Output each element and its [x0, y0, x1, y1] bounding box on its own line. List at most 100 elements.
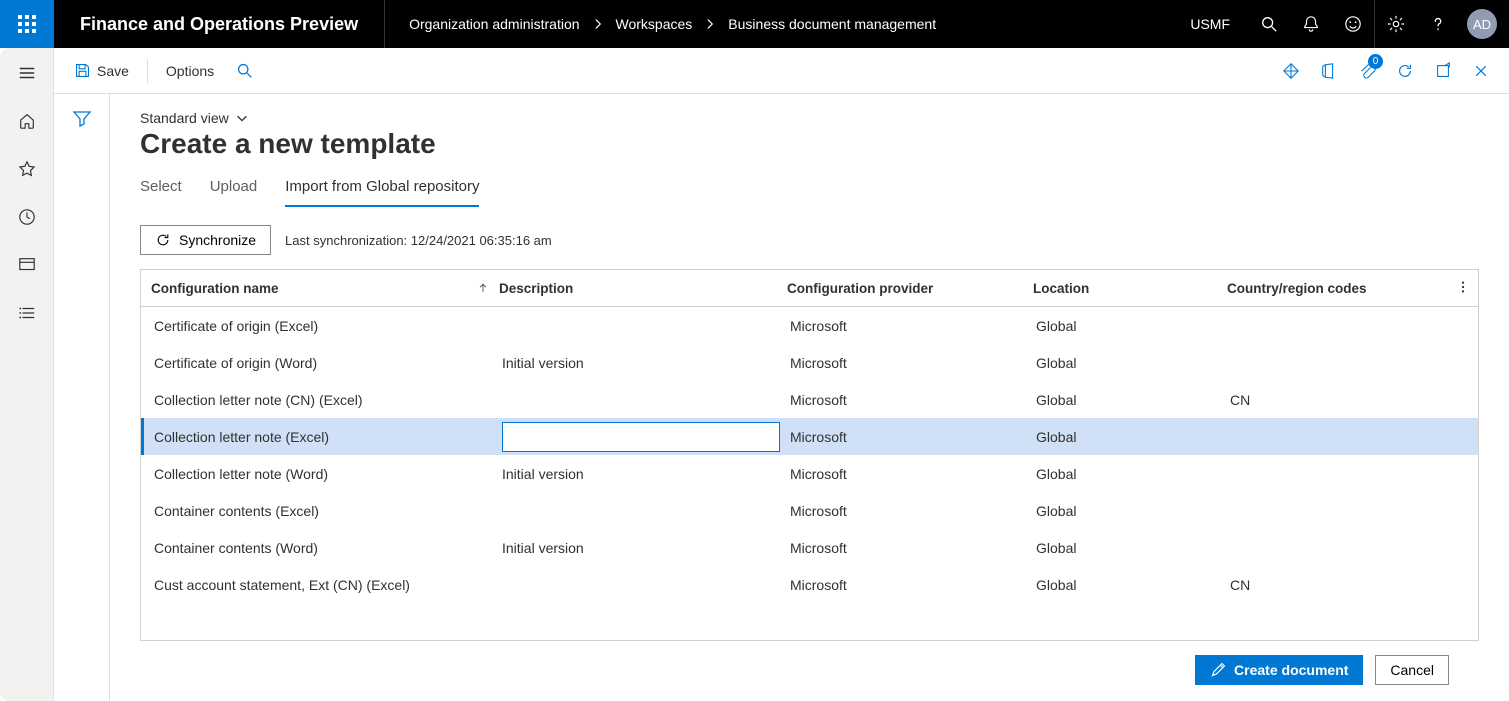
content-row: Standard view Create a new template Sele…: [54, 94, 1509, 701]
grid-options-button[interactable]: [1456, 280, 1470, 297]
workspaces-button[interactable]: [0, 244, 54, 286]
cell-desc: Initial version: [502, 355, 790, 371]
gear-icon: [1387, 15, 1405, 33]
settings-button[interactable]: [1375, 0, 1417, 48]
sort-asc-icon: [477, 282, 489, 294]
cell-name: Certificate of origin (Excel): [154, 318, 502, 334]
avatar[interactable]: AD: [1467, 9, 1497, 39]
app-launcher-button[interactable]: [0, 0, 54, 48]
action-search-button[interactable]: [226, 53, 262, 89]
hamburger-button[interactable]: [0, 52, 54, 94]
grid-body[interactable]: Certificate of origin (Excel)MicrosoftGl…: [141, 307, 1478, 640]
table-row[interactable]: Collection letter note (Word)Initial ver…: [141, 455, 1478, 492]
cell-name: Collection letter note (Word): [154, 466, 502, 482]
refresh-icon: [1396, 62, 1414, 80]
col-header-desc[interactable]: Description: [499, 281, 787, 296]
home-icon: [18, 112, 36, 130]
table-row[interactable]: Certificate of origin (Excel)MicrosoftGl…: [141, 307, 1478, 344]
pencil-icon: [1210, 662, 1226, 678]
table-row[interactable]: Collection letter note (Excel)MicrosoftG…: [141, 418, 1478, 455]
cell-location: Global: [1036, 392, 1230, 408]
more-vert-icon: [1456, 280, 1470, 294]
help-button[interactable]: [1417, 0, 1459, 48]
tab-upload[interactable]: Upload: [210, 178, 258, 207]
bell-icon: [1302, 15, 1320, 33]
sync-row: Synchronize Last synchronization: 12/24/…: [140, 225, 1479, 255]
breadcrumb-bdm[interactable]: Business document management: [728, 16, 936, 32]
popout-button[interactable]: [1425, 53, 1461, 89]
chevron-right-icon: [592, 18, 604, 30]
favorites-button[interactable]: [0, 148, 54, 190]
options-label: Options: [166, 63, 214, 79]
breadcrumb-workspaces[interactable]: Workspaces: [616, 16, 693, 32]
feedback-button[interactable]: [1332, 0, 1374, 48]
last-sync-text: Last synchronization: 12/24/2021 06:35:1…: [285, 233, 552, 248]
col-header-name-label: Configuration name: [151, 281, 279, 296]
close-button[interactable]: [1463, 53, 1499, 89]
col-header-country[interactable]: Country/region codes: [1227, 281, 1468, 296]
modules-button[interactable]: [0, 292, 54, 334]
chevron-down-icon: [235, 111, 249, 125]
cell-provider: Microsoft: [790, 429, 1036, 445]
close-icon: [1473, 63, 1489, 79]
col-header-name[interactable]: Configuration name: [151, 281, 499, 296]
description-input[interactable]: [502, 422, 780, 452]
cell-name: Cust account statement, Ext (CN) (Excel): [154, 577, 502, 593]
col-header-ctry-label: Country/region codes: [1227, 281, 1367, 296]
save-icon: [74, 62, 91, 79]
top-header: Finance and Operations Preview Organizat…: [0, 0, 1509, 48]
save-button[interactable]: Save: [64, 55, 139, 87]
tab-import[interactable]: Import from Global repository: [285, 178, 479, 207]
table-row[interactable]: Container contents (Excel)MicrosoftGloba…: [141, 492, 1478, 529]
create-document-button[interactable]: Create document: [1195, 655, 1363, 685]
table-row[interactable]: Cust account statement, Ext (CN) (Excel)…: [141, 566, 1478, 603]
footer: Create document Cancel: [140, 641, 1479, 701]
search-button[interactable]: [1248, 0, 1290, 48]
sync-label: Synchronize: [179, 232, 256, 248]
smiley-icon: [1344, 15, 1362, 33]
table-row[interactable]: Certificate of origin (Word)Initial vers…: [141, 344, 1478, 381]
recent-button[interactable]: [0, 196, 54, 238]
col-header-location[interactable]: Location: [1033, 281, 1227, 296]
synchronize-button[interactable]: Synchronize: [140, 225, 271, 255]
office-button[interactable]: [1311, 53, 1347, 89]
configuration-grid: Configuration name Description Configura…: [140, 269, 1479, 641]
cell-desc: Initial version: [502, 466, 790, 482]
table-row[interactable]: Container contents (Word)Initial version…: [141, 529, 1478, 566]
tabs: Select Upload Import from Global reposit…: [140, 178, 1479, 207]
cell-location: Global: [1036, 466, 1230, 482]
cancel-button[interactable]: Cancel: [1375, 655, 1449, 685]
col-header-desc-label: Description: [499, 281, 573, 296]
question-icon: [1429, 15, 1447, 33]
refresh-button[interactable]: [1387, 53, 1423, 89]
tab-select[interactable]: Select: [140, 178, 182, 207]
company-code[interactable]: USMF: [1172, 16, 1248, 32]
attachments-button[interactable]: 0: [1349, 53, 1385, 89]
breadcrumb-org-admin[interactable]: Organization administration: [409, 16, 579, 32]
left-nav-rail: [0, 48, 54, 701]
table-row[interactable]: Collection letter note (CN) (Excel) Micro…: [141, 381, 1478, 418]
list-icon: [18, 304, 36, 322]
view-label: Standard view: [140, 110, 229, 126]
app-title: Finance and Operations Preview: [54, 0, 385, 48]
cell-provider: Microsoft: [790, 540, 1036, 556]
personalize-button[interactable]: [1273, 53, 1309, 89]
col-header-provider[interactable]: Configuration provider: [787, 281, 1033, 296]
view-selector[interactable]: Standard view: [140, 110, 1479, 126]
attach-badge: 0: [1368, 54, 1383, 69]
cell-provider: Microsoft: [790, 392, 1036, 408]
cell-provider: Microsoft: [790, 503, 1036, 519]
home-button[interactable]: [0, 100, 54, 142]
notifications-button[interactable]: [1290, 0, 1332, 48]
cell-desc: Initial version: [502, 540, 790, 556]
grid-header: Configuration name Description Configura…: [141, 270, 1478, 307]
popout-icon: [1434, 62, 1452, 80]
cell-location: Global: [1036, 577, 1230, 593]
filter-button[interactable]: [72, 108, 92, 701]
action-divider: [147, 59, 148, 83]
options-button[interactable]: Options: [156, 55, 224, 87]
shell-body: Save Options 0: [0, 48, 1509, 701]
cell-location: Global: [1036, 429, 1230, 445]
cell-name: Collection letter note (CN) (Excel): [154, 392, 502, 408]
action-bar: Save Options 0: [54, 48, 1509, 94]
